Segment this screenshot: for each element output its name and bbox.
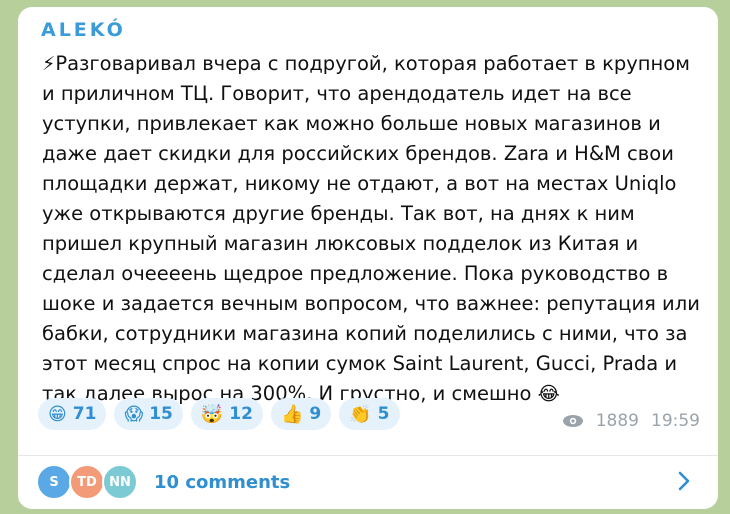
message-bubble: ALEKÓ ⚡Разговаривал вчера с подругой, ко… <box>18 7 718 509</box>
message-body: Разговаривал вчера с подругой, которая р… <box>42 52 700 405</box>
divider <box>18 455 718 456</box>
grinning-face-icon: 😁 <box>48 403 67 425</box>
reaction-count: 15 <box>149 404 173 424</box>
comments-label: 10 comments <box>154 471 291 493</box>
reaction-count: 9 <box>309 404 322 424</box>
commenter-avatars: S TD NN <box>36 464 138 500</box>
reaction-clapping[interactable]: 👏 5 <box>339 398 400 430</box>
reaction-count: 5 <box>377 404 390 424</box>
chevron-right-icon <box>676 469 692 493</box>
avatar: NN <box>102 464 138 500</box>
eye-icon <box>562 414 584 428</box>
laughing-tears-emoji-icon: 😂 <box>537 383 560 405</box>
channel-name[interactable]: ALEKÓ <box>41 19 126 41</box>
reaction-scream[interactable]: 😱 15 <box>114 398 183 430</box>
reaction-count: 71 <box>72 404 97 424</box>
avatar: TD <box>69 464 105 500</box>
reaction-grinning[interactable]: 😁 71 <box>38 398 107 430</box>
thumbs-up-icon: 👍 <box>280 403 304 425</box>
view-count: 1889 <box>595 411 639 431</box>
reaction-exploding-head[interactable]: 🤯 12 <box>190 398 263 430</box>
avatar: S <box>36 464 72 500</box>
reaction-thumbs-up[interactable]: 👍 9 <box>270 398 332 430</box>
exploding-head-icon: 🤯 <box>200 403 224 425</box>
lightning-emoji-icon: ⚡ <box>42 53 56 75</box>
message-text: ⚡Разговаривал вчера с подругой, которая … <box>42 49 702 409</box>
message-meta: 1889 19:59 <box>562 411 700 431</box>
message-time: 19:59 <box>651 411 700 431</box>
clapping-hands-icon: 👏 <box>349 403 372 425</box>
reaction-count: 12 <box>229 404 253 424</box>
reactions-bar: 😁 71 😱 15 🤯 12 👍 9 👏 5 <box>38 398 400 430</box>
scream-face-icon: 😱 <box>124 403 144 425</box>
comments-button[interactable]: S TD NN 10 comments <box>36 459 706 505</box>
